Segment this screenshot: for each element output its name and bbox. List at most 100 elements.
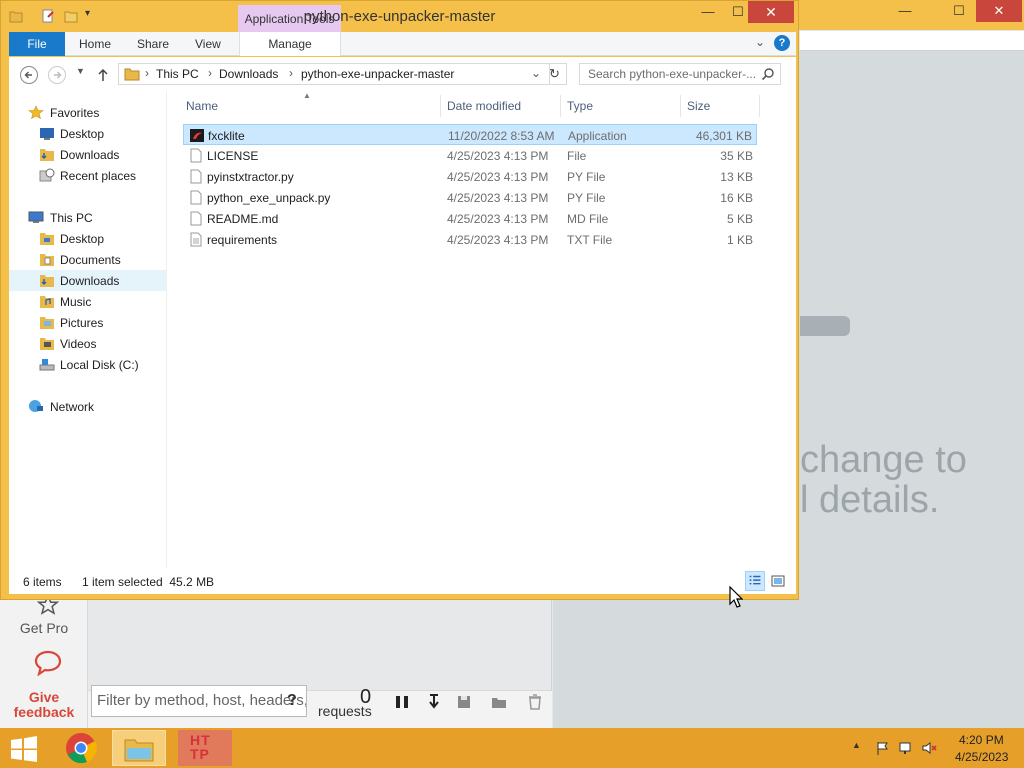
action-center-flag-icon[interactable]	[875, 740, 891, 756]
nav-label: Downloads	[60, 274, 120, 288]
nav-this-pc-downloads[interactable]: Downloads	[9, 270, 166, 291]
tab-view[interactable]: View	[195, 32, 221, 56]
details-view-icon[interactable]	[745, 571, 765, 591]
nav-network[interactable]: Network	[9, 396, 166, 417]
search-icon[interactable]	[761, 67, 775, 81]
column-divider[interactable]	[560, 95, 561, 117]
taskbar-http-toolkit-button[interactable]: HT TP	[178, 730, 232, 766]
nav-favorites-downloads[interactable]: Downloads	[9, 144, 166, 165]
nav-this-pc-local-disk[interactable]: Local Disk (C:)	[9, 354, 166, 375]
column-divider[interactable]	[680, 95, 681, 117]
refresh-icon[interactable]: ↻	[543, 63, 567, 85]
text-file-icon	[190, 232, 202, 247]
column-header-date[interactable]: Date modified	[447, 99, 521, 113]
file-date: 4/25/2023 4:13 PM	[447, 170, 549, 184]
nav-favorites-desktop[interactable]: Desktop	[9, 123, 166, 144]
nav-this-pc-documents[interactable]: Documents	[9, 249, 166, 270]
file-row[interactable]: README.md 4/25/2023 4:13 PM MD File 5 KB	[183, 208, 757, 229]
filter-help-icon[interactable]: ?	[287, 692, 297, 710]
nav-this-pc-pictures[interactable]: Pictures	[9, 312, 166, 333]
save-icon[interactable]	[455, 693, 473, 711]
search-box[interactable]: Search python-exe-unpacker-...	[579, 63, 781, 85]
column-divider[interactable]	[759, 95, 760, 117]
desktop-icon	[40, 128, 54, 140]
give-feedback-button[interactable]: Give feedback	[0, 690, 88, 720]
downloads-folder-icon	[40, 149, 54, 161]
tab-manage[interactable]: Manage	[239, 32, 341, 56]
folder-icon	[124, 68, 140, 81]
get-pro-button[interactable]: Get Pro	[0, 620, 88, 636]
nav-this-pc-videos[interactable]: Videos	[9, 333, 166, 354]
back-icon[interactable]	[19, 65, 39, 85]
file-date: 4/25/2023 4:13 PM	[447, 149, 549, 163]
taskbar-chrome-button[interactable]	[56, 730, 110, 766]
file-row[interactable]: python_exe_unpack.py 4/25/2023 4:13 PM P…	[183, 187, 757, 208]
taskbar-explorer-button[interactable]	[112, 730, 166, 766]
scroll-to-end-icon[interactable]	[425, 693, 443, 711]
forward-icon[interactable]	[47, 65, 67, 85]
breadcrumb-separator-icon[interactable]: ›	[145, 66, 149, 80]
file-name: README.md	[207, 212, 279, 226]
column-header-name[interactable]: Name	[186, 99, 218, 113]
tab-share[interactable]: Share	[137, 32, 169, 56]
breadcrumb-current-folder[interactable]: python-exe-unpacker-master	[301, 67, 454, 81]
column-header-type[interactable]: Type	[567, 99, 593, 113]
recent-locations-icon[interactable]: ▼	[76, 66, 85, 76]
tab-home[interactable]: Home	[79, 32, 111, 56]
expand-ribbon-icon[interactable]: ⌄	[755, 35, 765, 49]
file-name: python_exe_unpack.py	[207, 191, 331, 205]
file-row[interactable]: pyinstxtractor.py 4/25/2023 4:13 PM PY F…	[183, 166, 757, 187]
file-type: Application	[568, 129, 627, 143]
close-button[interactable]: ✕	[748, 1, 794, 23]
mouse-cursor-icon	[729, 586, 743, 608]
volume-muted-icon[interactable]	[921, 740, 937, 756]
nav-this-pc-desktop[interactable]: Desktop	[9, 228, 166, 249]
background-close-button[interactable]: ✕	[976, 0, 1022, 22]
nav-label: Desktop	[60, 232, 105, 246]
background-maximize-button[interactable]: ☐	[944, 0, 974, 22]
nav-this-pc-music[interactable]: Music	[9, 291, 166, 312]
address-dropdown-icon[interactable]: ⌄	[531, 66, 541, 80]
requests-label: requests	[318, 703, 372, 719]
music-folder-icon	[40, 296, 54, 308]
up-icon[interactable]	[93, 65, 113, 85]
minimize-button[interactable]: —	[693, 1, 723, 23]
nav-favorites[interactable]: Favorites	[9, 102, 166, 123]
file-date: 11/20/2022 8:53 AM	[448, 129, 555, 143]
address-bar[interactable]: › This PC › Downloads › python-exe-unpac…	[118, 63, 550, 85]
clock-date[interactable]: 4/25/2023	[955, 750, 1008, 764]
column-divider[interactable]	[440, 95, 441, 117]
network-icon[interactable]	[898, 740, 914, 756]
search-input[interactable]: Search python-exe-unpacker-...	[588, 67, 760, 81]
breadcrumb-downloads[interactable]: Downloads	[219, 67, 278, 81]
file-row[interactable]: LICENSE 4/25/2023 4:13 PM File 35 KB	[183, 145, 757, 166]
file-size: 46,301 KB	[695, 129, 752, 143]
computer-icon	[28, 211, 44, 223]
tab-file[interactable]: File	[9, 32, 65, 56]
file-icon	[190, 211, 202, 226]
file-row[interactable]: requirements 4/25/2023 4:13 PM TXT File …	[183, 229, 757, 250]
show-hidden-icons-icon[interactable]: ▲	[852, 740, 861, 750]
navigation-pane: Favorites Desktop Downloads Recent place…	[9, 91, 167, 568]
downloads-folder-icon	[40, 275, 54, 287]
window-title: python-exe-unpacker-master	[303, 8, 496, 25]
clock-time[interactable]: 4:20 PM	[959, 733, 1004, 747]
breadcrumb-separator-icon[interactable]: ›	[289, 66, 293, 80]
chat-bubble-icon[interactable]	[33, 650, 63, 676]
filter-input[interactable]: Filter by method, host, headers, s	[91, 685, 307, 717]
nav-favorites-recent-places[interactable]: Recent places	[9, 165, 166, 186]
help-icon[interactable]: ?	[774, 35, 790, 51]
column-header-size[interactable]: Size	[687, 99, 710, 113]
pause-icon[interactable]	[393, 693, 411, 711]
trash-icon[interactable]	[526, 693, 544, 711]
file-row[interactable]: fxcklite 11/20/2022 8:53 AM Application …	[183, 124, 757, 145]
open-folder-icon[interactable]	[490, 693, 508, 711]
background-minimize-button[interactable]: —	[890, 0, 920, 22]
title-bar[interactable]: ▾ Application Tools python-exe-unpacker-…	[1, 1, 798, 33]
navigation-bar: ▼ › This PC › Downloads › python-exe-unp…	[9, 57, 796, 91]
breadcrumb-separator-icon[interactable]: ›	[208, 66, 212, 80]
breadcrumb-this-pc[interactable]: This PC	[156, 67, 199, 81]
windows-start-icon[interactable]	[10, 736, 38, 762]
nav-this-pc[interactable]: This PC	[9, 207, 166, 228]
large-icons-view-icon[interactable]	[770, 573, 786, 589]
